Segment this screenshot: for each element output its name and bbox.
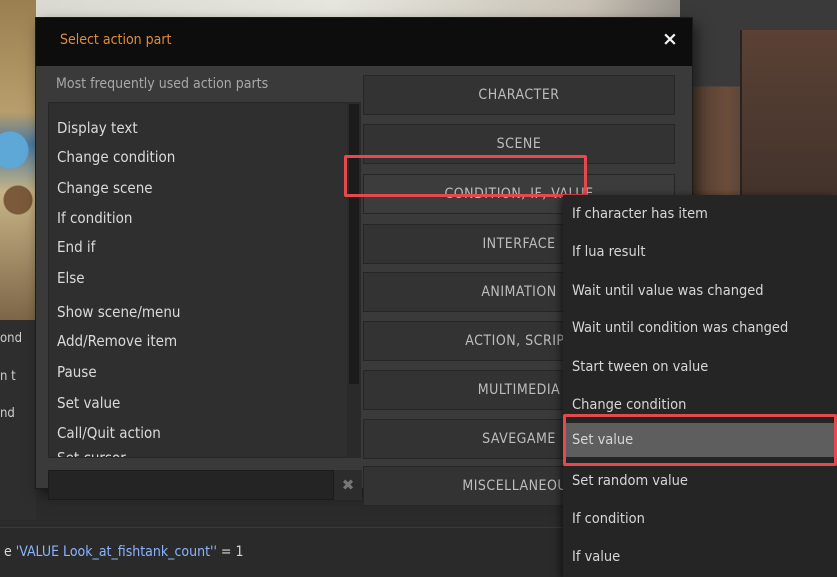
list-item[interactable]: Change condition [57, 143, 175, 171]
list-item[interactable]: Set value [57, 389, 120, 417]
list-item[interactable]: Pause [57, 358, 97, 386]
submenu-item-selected[interactable]: Set value [572, 426, 633, 454]
list-item[interactable]: Else [57, 264, 85, 292]
submenu-item[interactable]: Wait until value was changed [572, 277, 764, 305]
submenu-item[interactable]: Wait until condition was changed [572, 314, 788, 342]
background-label: nd [0, 406, 15, 421]
status-variable: 'VALUE Look_at_fishtank_count'' [15, 544, 217, 560]
dialog-title: Select action part [60, 32, 172, 48]
list-item[interactable]: Show scene/menu [57, 298, 180, 326]
list-item[interactable]: Display text [57, 114, 138, 142]
list-scrollbar-thumb[interactable] [349, 104, 359, 384]
close-button[interactable]: × [658, 26, 682, 52]
submenu-item[interactable]: If character has item [572, 200, 708, 228]
category-character-button[interactable]: CHARACTER [363, 75, 675, 115]
list-item[interactable]: Call/Quit action [57, 419, 161, 447]
submenu-item[interactable]: If value [572, 543, 620, 571]
submenu-item[interactable]: Set random value [572, 467, 688, 495]
submenu-item[interactable]: If lua result [572, 238, 645, 266]
background-scene-art [0, 0, 36, 320]
list-item[interactable]: Add/Remove item [57, 327, 177, 355]
background-label: n t [0, 369, 16, 384]
frequent-action-list[interactable]: Display text Change condition Change sce… [48, 102, 350, 458]
list-item[interactable]: If condition [57, 204, 132, 232]
clear-filter-icon[interactable]: ✖ [334, 470, 362, 500]
submenu-item[interactable]: Change condition [572, 391, 686, 419]
list-item[interactable]: Set cursor [57, 444, 126, 457]
submenu-item[interactable]: If condition [572, 505, 645, 533]
list-item[interactable]: End if [57, 233, 95, 261]
submenu-item[interactable]: Start tween on value [572, 353, 708, 381]
background-label: ond [0, 331, 22, 346]
list-caption: Most frequently used action parts [56, 76, 269, 92]
list-item[interactable]: Change scene [57, 174, 153, 202]
category-scene-button[interactable]: SCENE [363, 124, 675, 164]
status-text: e 'VALUE Look_at_fishtank_count'' = 1 [4, 544, 244, 560]
condition-submenu: If character has item If lua result Wait… [563, 195, 837, 577]
filter-input[interactable] [48, 470, 334, 500]
